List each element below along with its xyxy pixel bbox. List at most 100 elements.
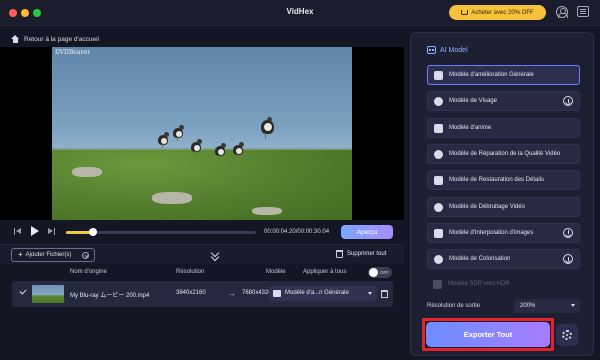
export-all-button[interactable]: Exporter Tout [426,322,550,347]
cart-icon [461,10,469,15]
previous-frame-icon[interactable] [14,228,21,235]
model-item-label: Modèle de Débruitage Vidéo [449,203,525,210]
model-item[interactable]: Modèle de Restauration des Détails [427,170,580,191]
model-item-label: Modèle de Réparation de la Qualité Vidéo [449,150,561,157]
video-bird [214,143,226,159]
video-bird [260,117,276,139]
colorize-icon [434,255,443,265]
file-table-header: Nom d'origine Résolution Modèle Applique… [0,266,404,280]
target-resolution: 7680x4320 [242,290,272,296]
delete-all-label: Supprimer tout [347,251,387,257]
dropdown-arrow-icon [368,292,372,295]
video-rock [252,207,282,215]
ai-model-header: AI Model [427,46,468,54]
video-bird [232,142,244,158]
add-files-button[interactable]: + Ajouter Fichier(s) [11,248,95,262]
plus-icon: + [18,250,23,259]
model-item[interactable]: Modèle de Visage [427,91,580,112]
export-settings-button[interactable] [556,324,578,346]
model-icon [273,290,281,297]
chevron-down-icon[interactable] [82,252,89,259]
checkmark-icon[interactable] [19,287,27,295]
buy-discount-button[interactable]: Acheter avec 20% OFF [449,5,546,20]
video-rock [152,192,192,204]
model-item-label: Modèle SDR vers HDR [448,281,510,288]
video-preview-area: DVDBeaver [0,47,404,220]
buy-discount-label: Acheter avec 20% OFF [471,9,534,16]
model-item-label: Modèle d'anime [449,124,492,131]
user-account-icon[interactable] [556,6,568,18]
delete-all-button[interactable]: Supprimer tout [336,250,386,258]
download-icon[interactable] [563,96,573,107]
output-resolution-select[interactable]: 200% [514,299,580,313]
back-to-home-label: Retour à la page d'accueil [24,35,99,43]
ai-model-panel: AI Model Modèle d'amélioration Générale M… [410,32,594,356]
file-name: My Blu-ray ムービー 200.mp4 [70,293,150,299]
apply-all-label: Appliquer à tous [303,269,347,275]
model-item-label: Modèle d'Interpolation d'images [449,229,534,236]
apply-all-toggle[interactable]: OFF [368,267,392,278]
video-rock [72,167,102,177]
timecode: 00:00:04.20/00:00:30.04 [264,229,330,235]
model-item-label: Modèle de Visage [449,98,497,105]
video-bird [172,125,184,141]
model-item-label: Modèle d'amélioration Générale [449,72,534,78]
preview-button[interactable]: Aperçu [341,225,393,239]
next-frame-icon[interactable] [48,228,55,235]
toggle-knob [369,268,378,277]
row-model-select[interactable]: Modèle d'a...n Générale [269,286,377,301]
model-item[interactable]: Modèle de Colorisation [427,249,580,270]
menu-icon[interactable] [577,6,589,17]
model-item[interactable]: Modèle d'anime [427,117,580,138]
play-icon[interactable] [31,226,39,236]
seek-bar[interactable] [66,228,256,236]
toggle-state-label: OFF [380,269,389,275]
model-item: Modèle SDR vers HDR [427,275,580,295]
collapse-chevron-icon[interactable] [211,252,221,260]
download-icon[interactable] [563,254,573,265]
model-item[interactable]: Modèle d'amélioration Générale [427,65,580,85]
detail-restore-icon [434,176,443,186]
video-bird [157,132,169,148]
dropdown-arrow-icon [571,304,575,307]
video-repair-icon [434,149,443,159]
video-grass [52,150,352,220]
file-toolbar: + Ajouter Fichier(s) Supprimer tout [0,244,404,264]
model-item[interactable]: Modèle de Réparation de la Qualité Vidéo [427,143,580,164]
seek-bar-handle[interactable] [88,228,97,236]
denoise-icon [434,202,443,212]
arrow-right-icon: → [228,289,236,298]
home-icon [11,35,20,43]
add-files-label: Ajouter Fichier(s) [25,252,72,258]
source-resolution: 3840x2160 [176,290,206,296]
column-model-header: Modèle [266,269,286,275]
video-bird [190,139,202,155]
model-item[interactable]: Modèle d'Interpolation d'images [427,222,580,243]
playback-bar: 00:00:04.20/00:00:30.04 Aperçu [0,222,404,242]
video-thumbnail [32,285,64,303]
column-resolution-header: Résolution [176,269,205,275]
gear-icon [562,330,572,340]
row-delete-icon[interactable] [381,290,388,298]
video-frame: DVDBeaver [52,47,352,220]
image-enhance-icon [434,71,443,80]
face-icon [434,97,443,107]
back-to-home-link[interactable]: Retour à la page d'accueil [11,35,99,43]
title-bar: VidHex Acheter avec 20% OFF [0,0,600,26]
output-resolution-label: Résolution de sortie [427,303,481,309]
hdr-icon [433,280,442,290]
trash-icon [336,250,343,258]
ai-model-title: AI Model [440,46,468,54]
row-model-value: Modèle d'a...n Générale [285,290,349,296]
download-icon[interactable] [563,227,573,238]
column-name-header: Nom d'origine [70,269,107,275]
interpolation-icon [434,228,443,238]
output-resolution-value: 200% [520,302,536,309]
model-item-label: Modèle de Colorisation [449,256,511,263]
model-item[interactable]: Modèle de Débruitage Vidéo [427,196,580,217]
model-item-label: Modèle de Restauration des Détails [449,177,545,184]
robot-icon [427,46,436,54]
video-watermark: DVDBeaver [55,49,91,56]
anime-icon [434,123,443,133]
table-row[interactable]: My Blu-ray ムービー 200.mp4 3840x2160 → 7680… [12,281,393,307]
